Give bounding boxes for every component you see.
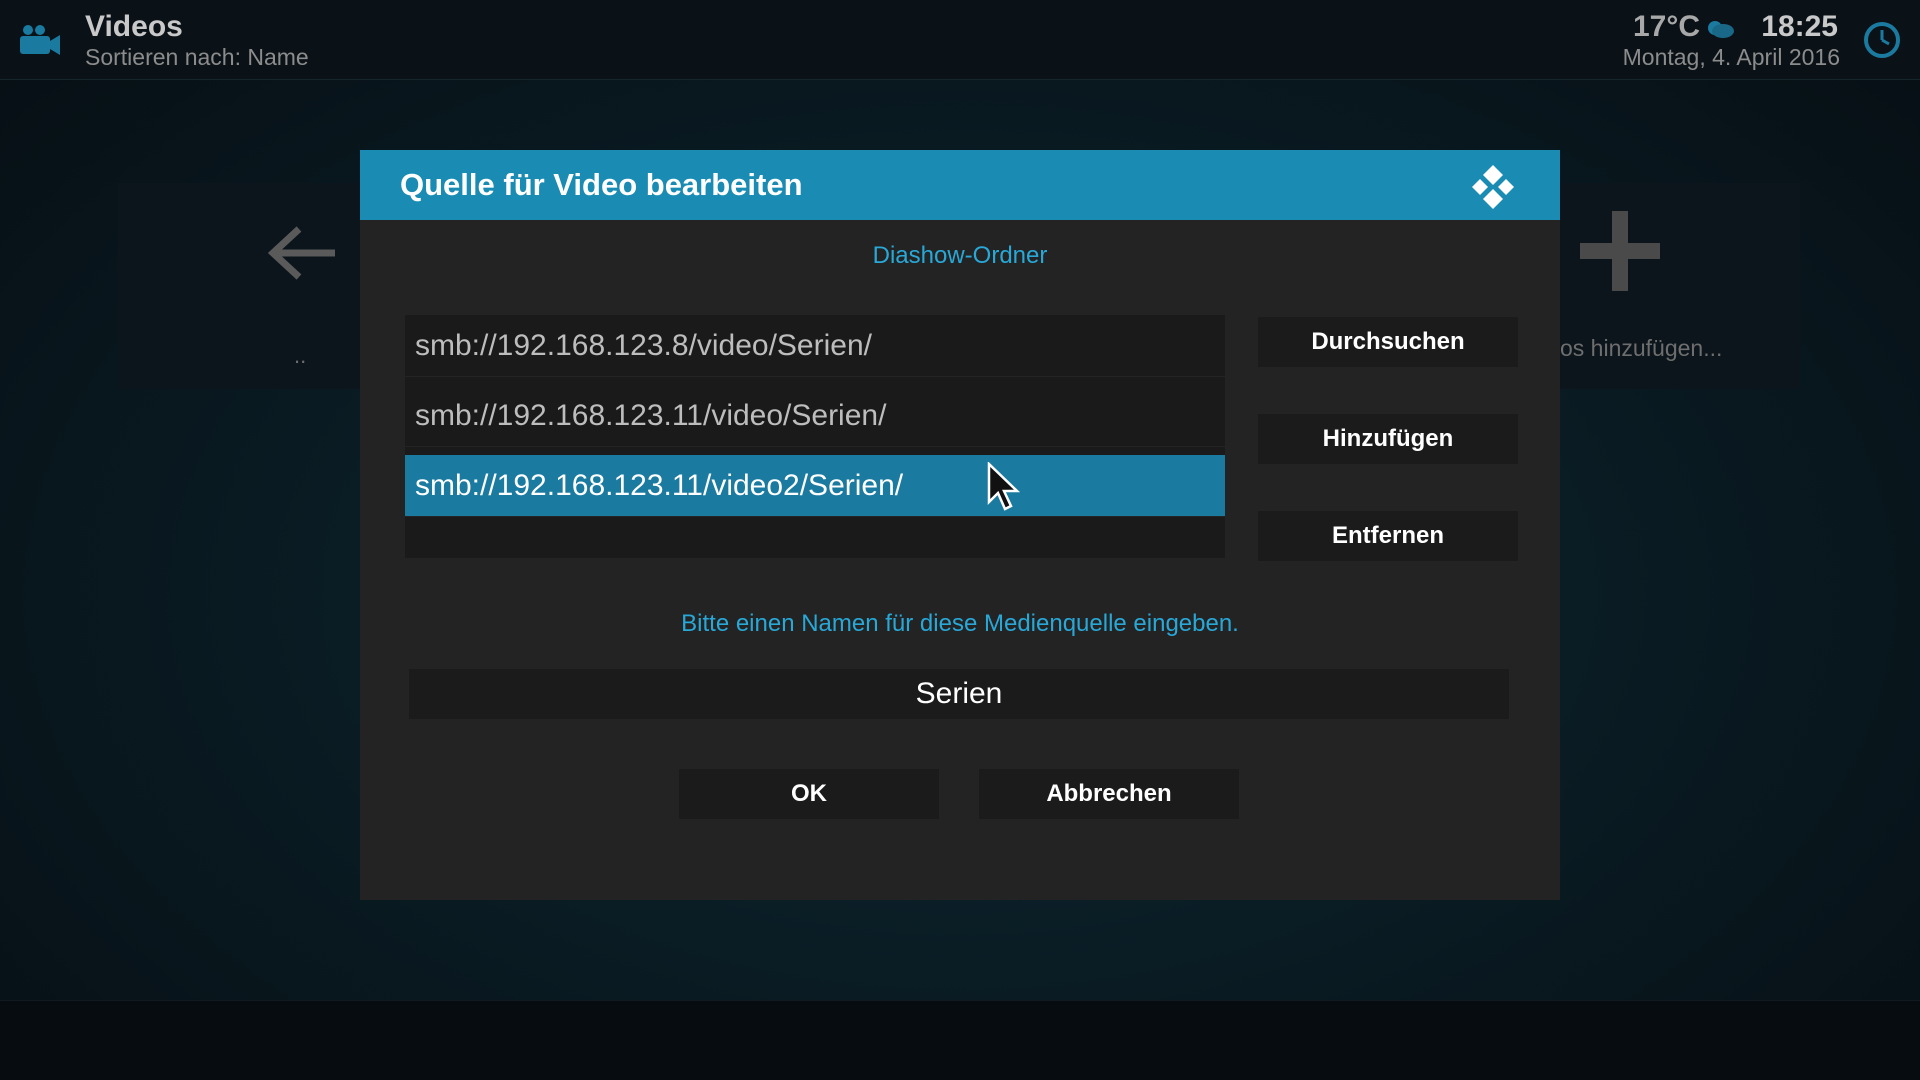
path-item[interactable]: smb://192.168.123.11/video/Serien/ xyxy=(405,385,1225,447)
page-title: Videos xyxy=(85,10,183,43)
path-item-selected[interactable]: smb://192.168.123.11/video2/Serien/ xyxy=(405,455,1225,517)
kodi-logo-icon xyxy=(1472,165,1514,209)
edit-source-dialog: Quelle für Video bearbeiten Diashow-Ordn… xyxy=(360,150,1560,900)
clock-icon xyxy=(1864,22,1900,58)
parent-folder-label: .. xyxy=(294,343,307,368)
sort-label: Sortieren nach: Name xyxy=(85,44,309,70)
video-camera-icon xyxy=(20,25,60,55)
mouse-pointer-icon xyxy=(987,462,1021,511)
back-arrow-icon xyxy=(267,226,335,280)
add-videos-tile[interactable]: os hinzufügen... xyxy=(1540,183,1800,389)
name-prompt: Bitte einen Namen für diese Medienquelle… xyxy=(681,610,1239,637)
add-button[interactable]: Hinzufügen xyxy=(1258,414,1518,464)
plus-icon xyxy=(1580,211,1660,291)
parent-folder-tile[interactable]: .. xyxy=(118,183,362,389)
path-item[interactable]: smb://192.168.123.8/video/Serien/ xyxy=(405,315,1225,377)
source-name-input[interactable]: Serien xyxy=(409,669,1509,719)
clock-time: 18:25 xyxy=(1761,10,1838,43)
ok-button[interactable]: OK xyxy=(679,769,939,819)
add-videos-label: os hinzufügen... xyxy=(1560,335,1723,361)
dialog-header: Quelle für Video bearbeiten xyxy=(360,150,1560,220)
source-path-list: smb://192.168.123.8/video/Serien/ smb://… xyxy=(405,315,1225,558)
clock-date: Montag, 4. April 2016 xyxy=(1622,44,1840,70)
cancel-button[interactable]: Abbrechen xyxy=(979,769,1239,819)
dialog-title: Quelle für Video bearbeiten xyxy=(400,167,803,202)
dialog-subheading: Diashow-Ordner xyxy=(872,242,1048,269)
temperature: 17°C xyxy=(1632,10,1700,43)
browse-button[interactable]: Durchsuchen xyxy=(1258,317,1518,367)
remove-button[interactable]: Entfernen xyxy=(1258,511,1518,561)
top-bar: Videos Sortieren nach: Name 17°C 18:25 M… xyxy=(0,0,1920,80)
weather-cloud-icon xyxy=(1708,21,1734,38)
bottom-bar xyxy=(0,1000,1920,1080)
